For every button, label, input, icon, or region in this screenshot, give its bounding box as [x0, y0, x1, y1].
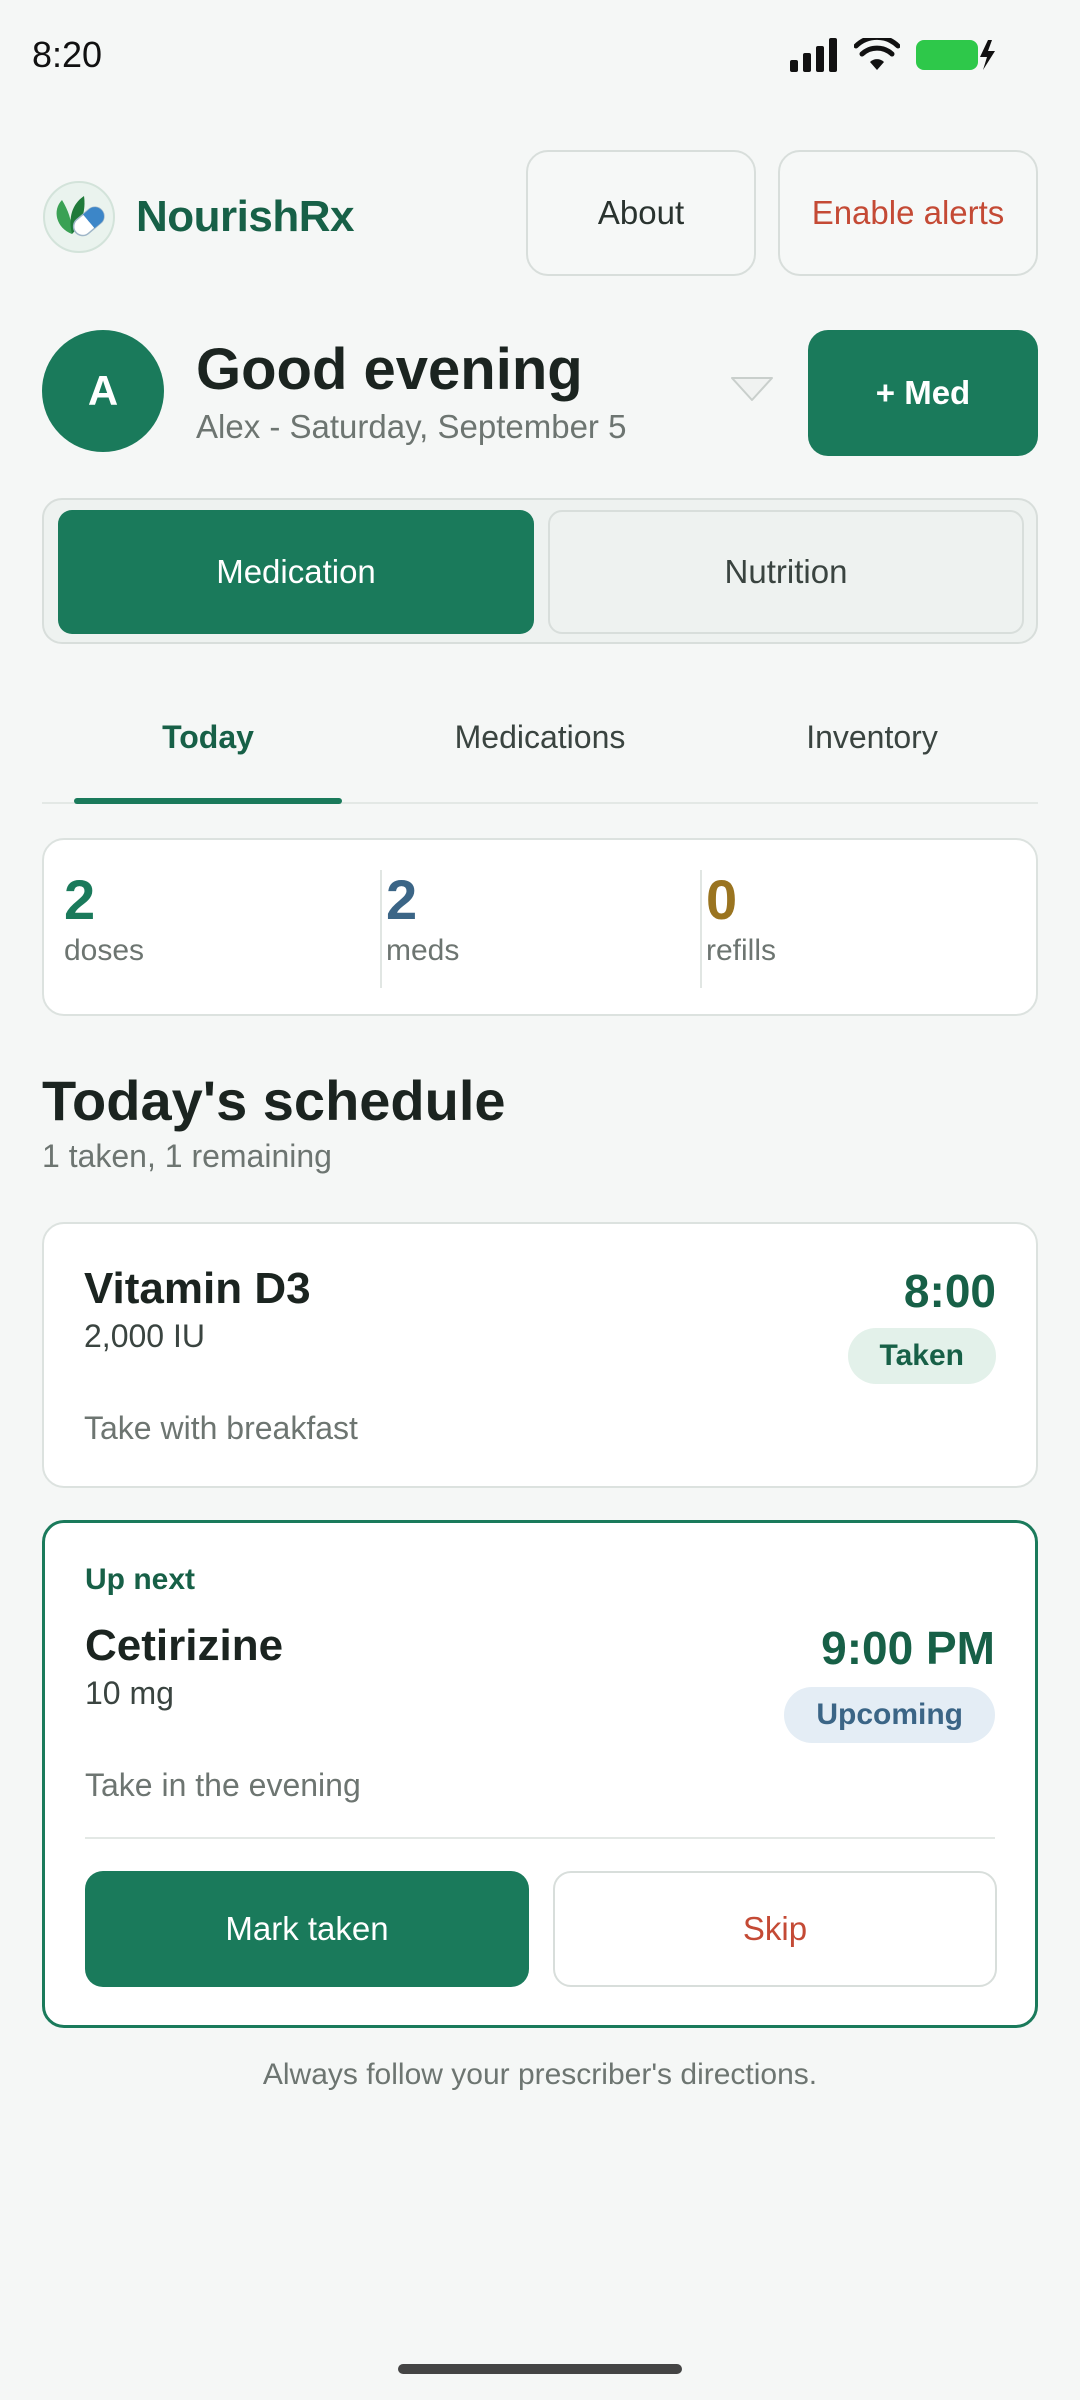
status-badge: Upcoming	[784, 1687, 995, 1743]
med-name: Vitamin D3	[84, 1264, 311, 1313]
med-dose: 2,000 IU	[84, 1318, 205, 1354]
med-time: 9:00 PM	[821, 1622, 995, 1674]
app-header: NourishRx About Enable alerts	[42, 150, 1038, 276]
stat-meds: 2 meds	[380, 870, 459, 988]
wifi-icon	[854, 38, 900, 70]
divider	[85, 1837, 995, 1839]
status-time: 8:20	[32, 34, 103, 75]
brand-name: NourishRx	[136, 192, 354, 241]
tab-bar: Today Medications Inventory	[42, 672, 1038, 804]
stat-value: 2	[386, 868, 418, 931]
mode-segmented-control: Medication Nutrition	[42, 498, 1038, 644]
stat-label: refills	[706, 934, 777, 967]
med-note: Take in the evening	[85, 1767, 361, 1803]
med-dose: 10 mg	[85, 1675, 174, 1711]
stat-value: 2	[64, 868, 96, 931]
med-time: 8:00	[903, 1265, 996, 1317]
med-name: Cetirizine	[85, 1621, 284, 1670]
dose-card-vitamin-d3[interactable]: Vitamin D3 2,000 IU Take with breakfast …	[42, 1222, 1038, 1488]
segment-medication[interactable]: Medication	[58, 510, 534, 634]
stat-label: doses	[64, 934, 145, 967]
stat-value: 0	[706, 868, 738, 931]
active-tab-indicator	[74, 798, 342, 804]
greeting-section: A Good evening Alex - Saturday, Septembe…	[42, 330, 1038, 456]
tab-today[interactable]: Today	[74, 672, 342, 802]
battery-charging-icon	[916, 40, 995, 70]
stats-card: 2 doses 2 meds 0 refills	[42, 838, 1038, 1016]
signal-icon	[790, 38, 837, 72]
footer-note: Always follow your prescriber's directio…	[262, 2058, 818, 2091]
dose-card-cetirizine: Up next Cetirizine 10 mg Take in the eve…	[42, 1520, 1038, 2028]
status-icons	[790, 38, 998, 72]
chevron-down-icon[interactable]	[728, 374, 776, 406]
add-med-button[interactable]: + Med	[808, 330, 1038, 456]
brand: NourishRx	[42, 180, 354, 254]
med-note: Take with breakfast	[84, 1410, 358, 1446]
avatar[interactable]: A	[42, 330, 164, 452]
schedule-subtitle: 1 taken, 1 remaining	[42, 1138, 332, 1174]
status-badge: Taken	[847, 1328, 996, 1384]
schedule-title: Today's schedule	[42, 1069, 506, 1132]
stat-refills: 0 refills	[700, 870, 776, 988]
status-bar: 8:20	[0, 0, 1080, 115]
greeting-subtitle: Alex - Saturday, September 5	[196, 408, 627, 445]
greeting-title: Good evening	[196, 337, 583, 402]
stat-label: meds	[386, 934, 460, 967]
home-indicator[interactable]	[398, 2364, 682, 2374]
pill-leaf-logo-icon	[43, 181, 115, 253]
skip-button[interactable]: Skip	[553, 1871, 997, 1987]
tab-inventory[interactable]: Inventory	[738, 672, 1006, 802]
stat-doses: 2 doses	[64, 870, 144, 988]
up-next-label: Up next	[85, 1563, 196, 1596]
enable-alerts-button[interactable]: Enable alerts	[778, 150, 1038, 276]
segment-nutrition[interactable]: Nutrition	[548, 510, 1024, 634]
mark-taken-button[interactable]: Mark taken	[85, 1871, 529, 1987]
tab-medications[interactable]: Medications	[406, 672, 674, 802]
about-button[interactable]: About	[526, 150, 756, 276]
